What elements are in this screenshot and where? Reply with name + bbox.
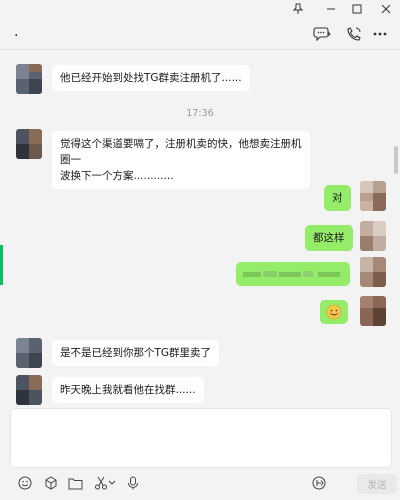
chat-header: . [0,18,400,50]
smile-emoji-icon [326,304,342,320]
avatar[interactable] [16,338,42,368]
message-bubble[interactable]: 昨天晚上我就看他在找群...... [52,377,204,403]
message-bubble-mine[interactable]: 都这样 [305,225,353,251]
my-avatar[interactable] [360,221,386,251]
message-timestamp: 17:36 [186,108,214,119]
microphone-icon[interactable] [124,474,142,492]
minimize-icon[interactable] [320,0,342,18]
message-list[interactable]: 他已经开始到处找TG群卖注册机了...... 17:36 觉得这个渠道要嗝了，注… [0,51,400,406]
my-avatar[interactable] [360,257,386,287]
message-bubble-blurred[interactable] [236,262,350,286]
folder-icon[interactable] [66,474,84,492]
pin-icon[interactable] [287,0,309,18]
message-input[interactable] [10,408,392,468]
active-indicator [0,245,3,285]
avatar[interactable] [16,129,42,159]
voice-call-icon[interactable] [310,474,328,492]
chevron-down-icon[interactable] [107,474,117,492]
favorites-icon[interactable] [42,474,60,492]
send-button[interactable]: 发送 [357,474,397,494]
avatar[interactable] [16,64,42,94]
message-bubble[interactable]: 觉得这个渠道要嗝了，注册机卖的快，他想卖注册机圈一 波换下一个方案.......… [52,131,310,189]
message-bubble-mine[interactable]: 对 [324,185,351,211]
message-bubble[interactable]: 他已经开始到处找TG群卖注册机了...... [52,65,250,91]
composer: 发送 [0,406,400,500]
more-icon[interactable] [370,24,390,44]
window-titlebar [0,0,400,18]
chat-bubble-icon[interactable] [312,24,332,44]
maximize-icon[interactable] [346,0,368,18]
message-bubble-mine[interactable] [320,300,348,324]
chat-title[interactable]: . [14,24,18,40]
avatar[interactable] [16,375,42,405]
my-avatar[interactable] [360,181,386,211]
composer-toolbar: 发送 [10,474,397,494]
scrollbar[interactable] [394,146,398,174]
message-bubble[interactable]: 是不是已经到你那个TG群里卖了 [52,340,220,366]
my-avatar[interactable] [360,296,386,326]
emoji-icon[interactable] [16,474,34,492]
phone-icon[interactable] [344,24,364,44]
close-icon[interactable] [375,0,397,18]
